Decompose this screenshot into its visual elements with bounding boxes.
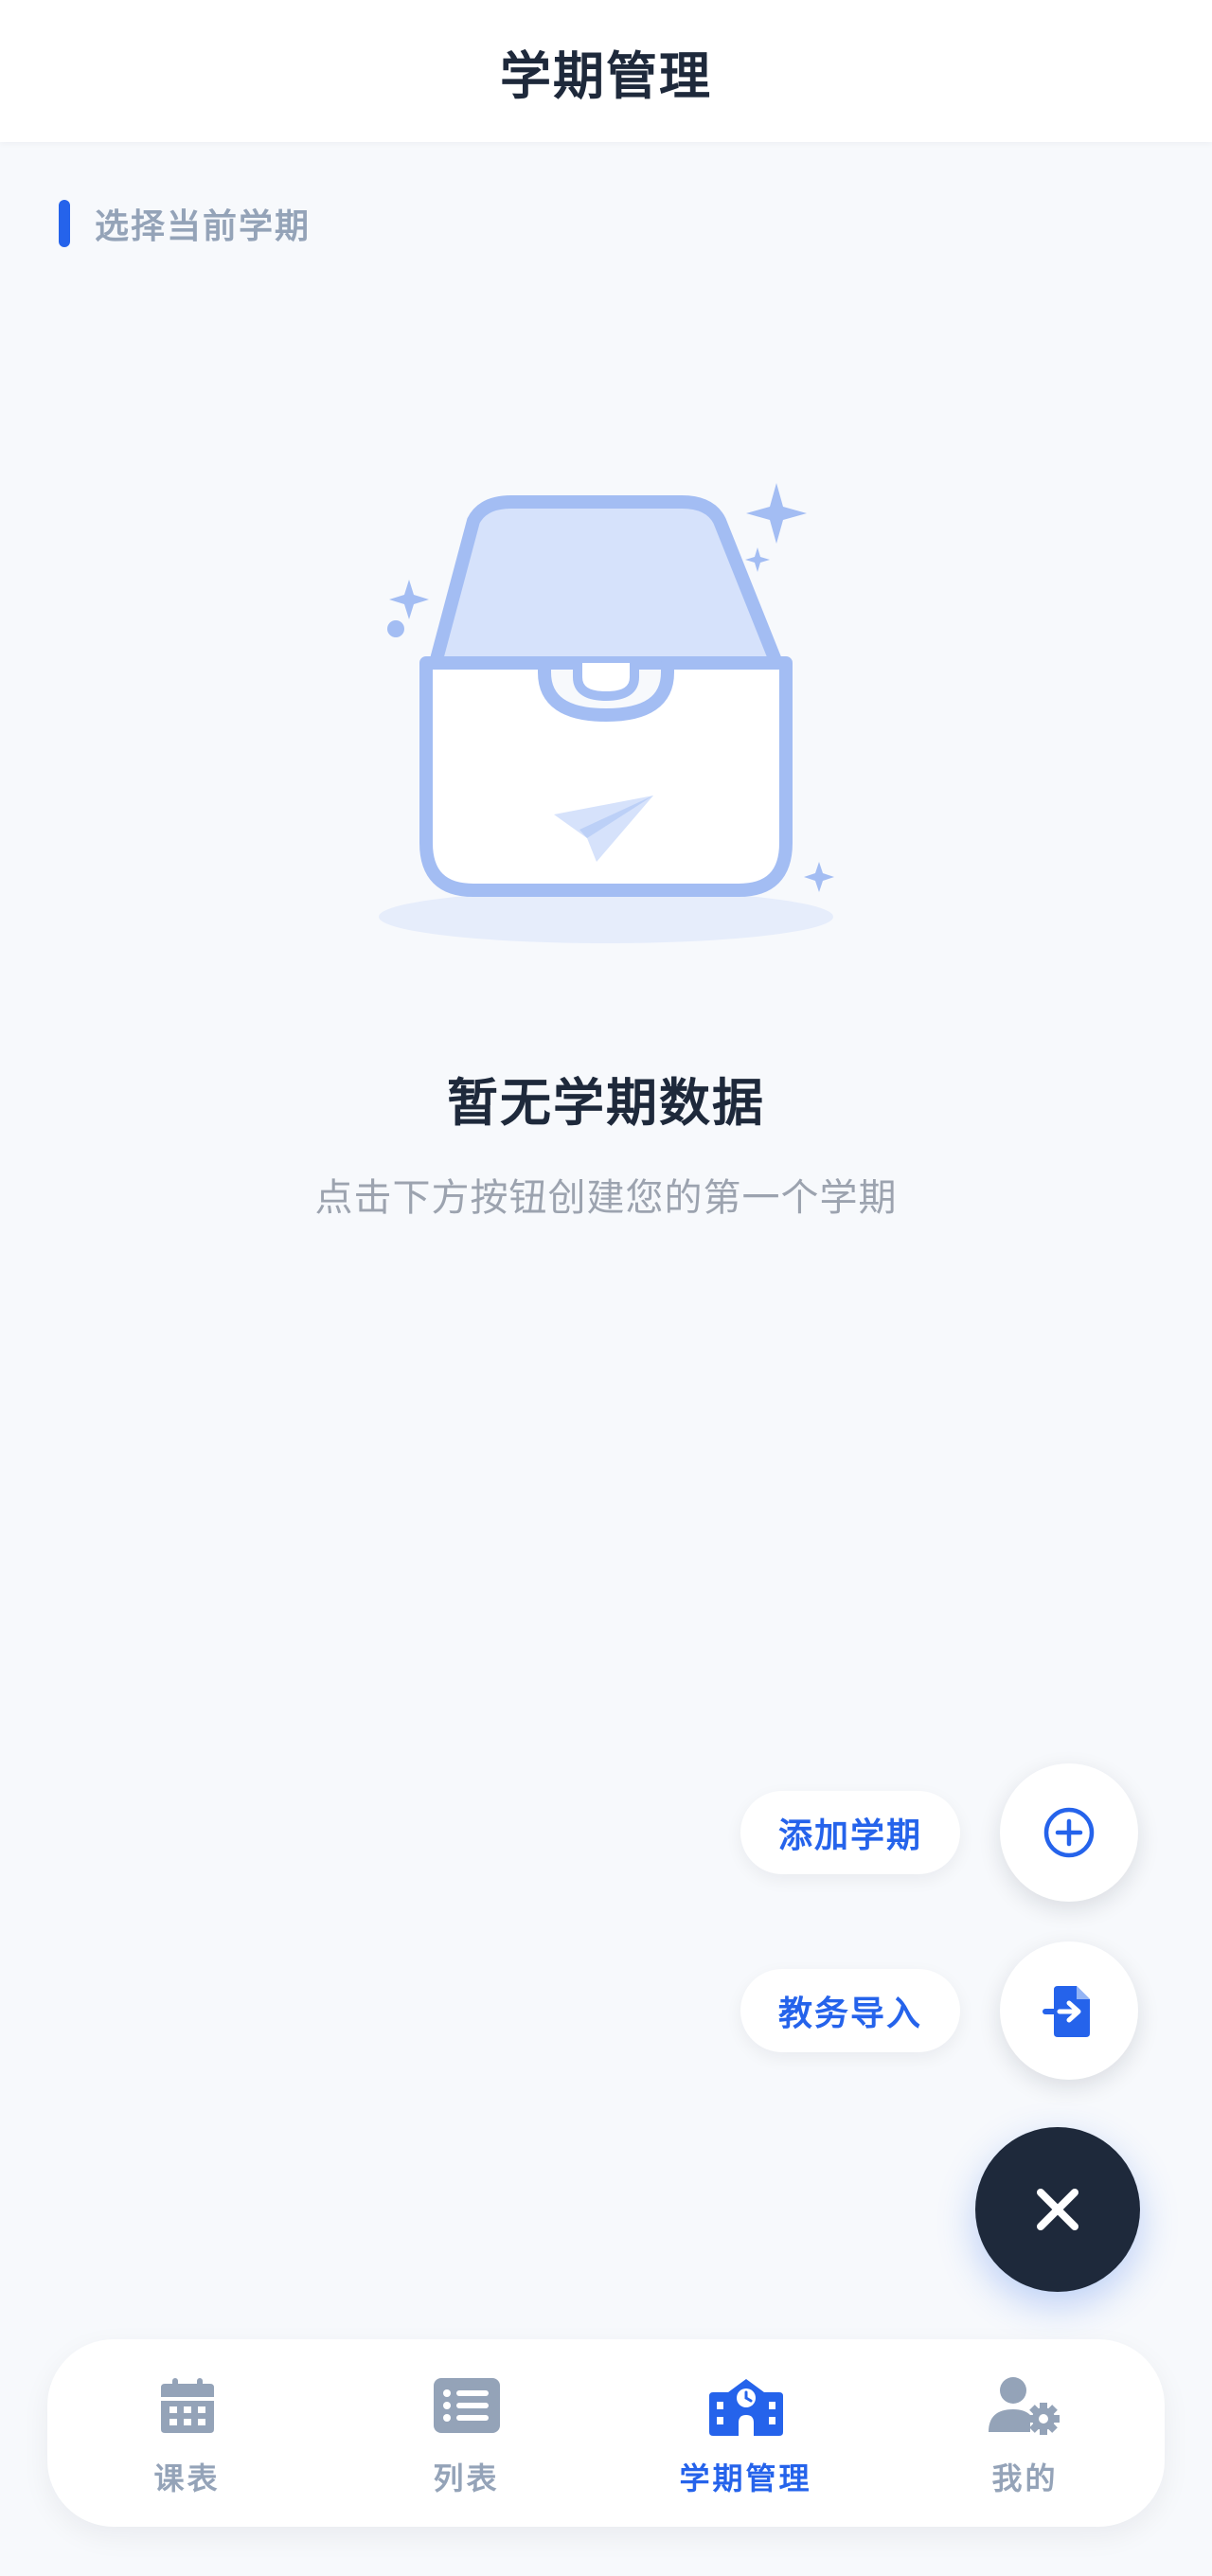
- section-title: 选择当前学期: [95, 207, 312, 246]
- bottom-navigation: 课表 列表 学期管理 我的: [47, 2339, 1165, 2527]
- plus-circle-icon: [1043, 1807, 1095, 1858]
- nav-item-schedule[interactable]: 课表: [47, 2339, 327, 2527]
- fab-close-button[interactable]: [975, 2127, 1140, 2292]
- school-icon: [708, 2368, 784, 2443]
- fab-add-semester-row: 添加学期: [740, 1763, 1138, 1902]
- nav-label-schedule: 课表: [153, 2460, 221, 2496]
- nav-item-semester-management[interactable]: 学期管理: [606, 2339, 885, 2527]
- semester-management-screen: 学期管理 选择当前学期 暂无学期数据 点击下方按钮创建您的第一个学期 添加学期: [0, 0, 1212, 2576]
- empty-state-subtitle: 点击下方按钮创建您的第一个学期: [314, 1176, 898, 1220]
- nav-label-list: 列表: [433, 2460, 500, 2496]
- nav-item-profile[interactable]: 我的: [885, 2339, 1165, 2527]
- calendar-icon: [150, 2368, 225, 2443]
- section-accent-bar: [59, 200, 70, 247]
- add-semester-label[interactable]: 添加学期: [740, 1791, 960, 1874]
- import-button[interactable]: [1000, 1941, 1138, 2080]
- list-icon: [429, 2368, 505, 2443]
- app-header: 学期管理: [0, 0, 1212, 142]
- nav-item-list[interactable]: 列表: [327, 2339, 606, 2527]
- user-gear-icon: [988, 2368, 1063, 2443]
- empty-inbox-illustration: [379, 483, 834, 943]
- import-label[interactable]: 教务导入: [740, 1969, 960, 2052]
- fab-import-row: 教务导入: [740, 1941, 1138, 2080]
- section-header: 选择当前学期: [59, 199, 311, 248]
- nav-label-profile: 我的: [991, 2460, 1059, 2496]
- file-import-icon: [1043, 1986, 1090, 2037]
- add-semester-button[interactable]: [1000, 1763, 1138, 1902]
- empty-state-title: 暂无学期数据: [447, 1073, 765, 1133]
- nav-label-semester-management: 学期管理: [679, 2460, 812, 2496]
- close-icon: [1037, 2189, 1078, 2230]
- page-title: 学期管理: [500, 45, 712, 106]
